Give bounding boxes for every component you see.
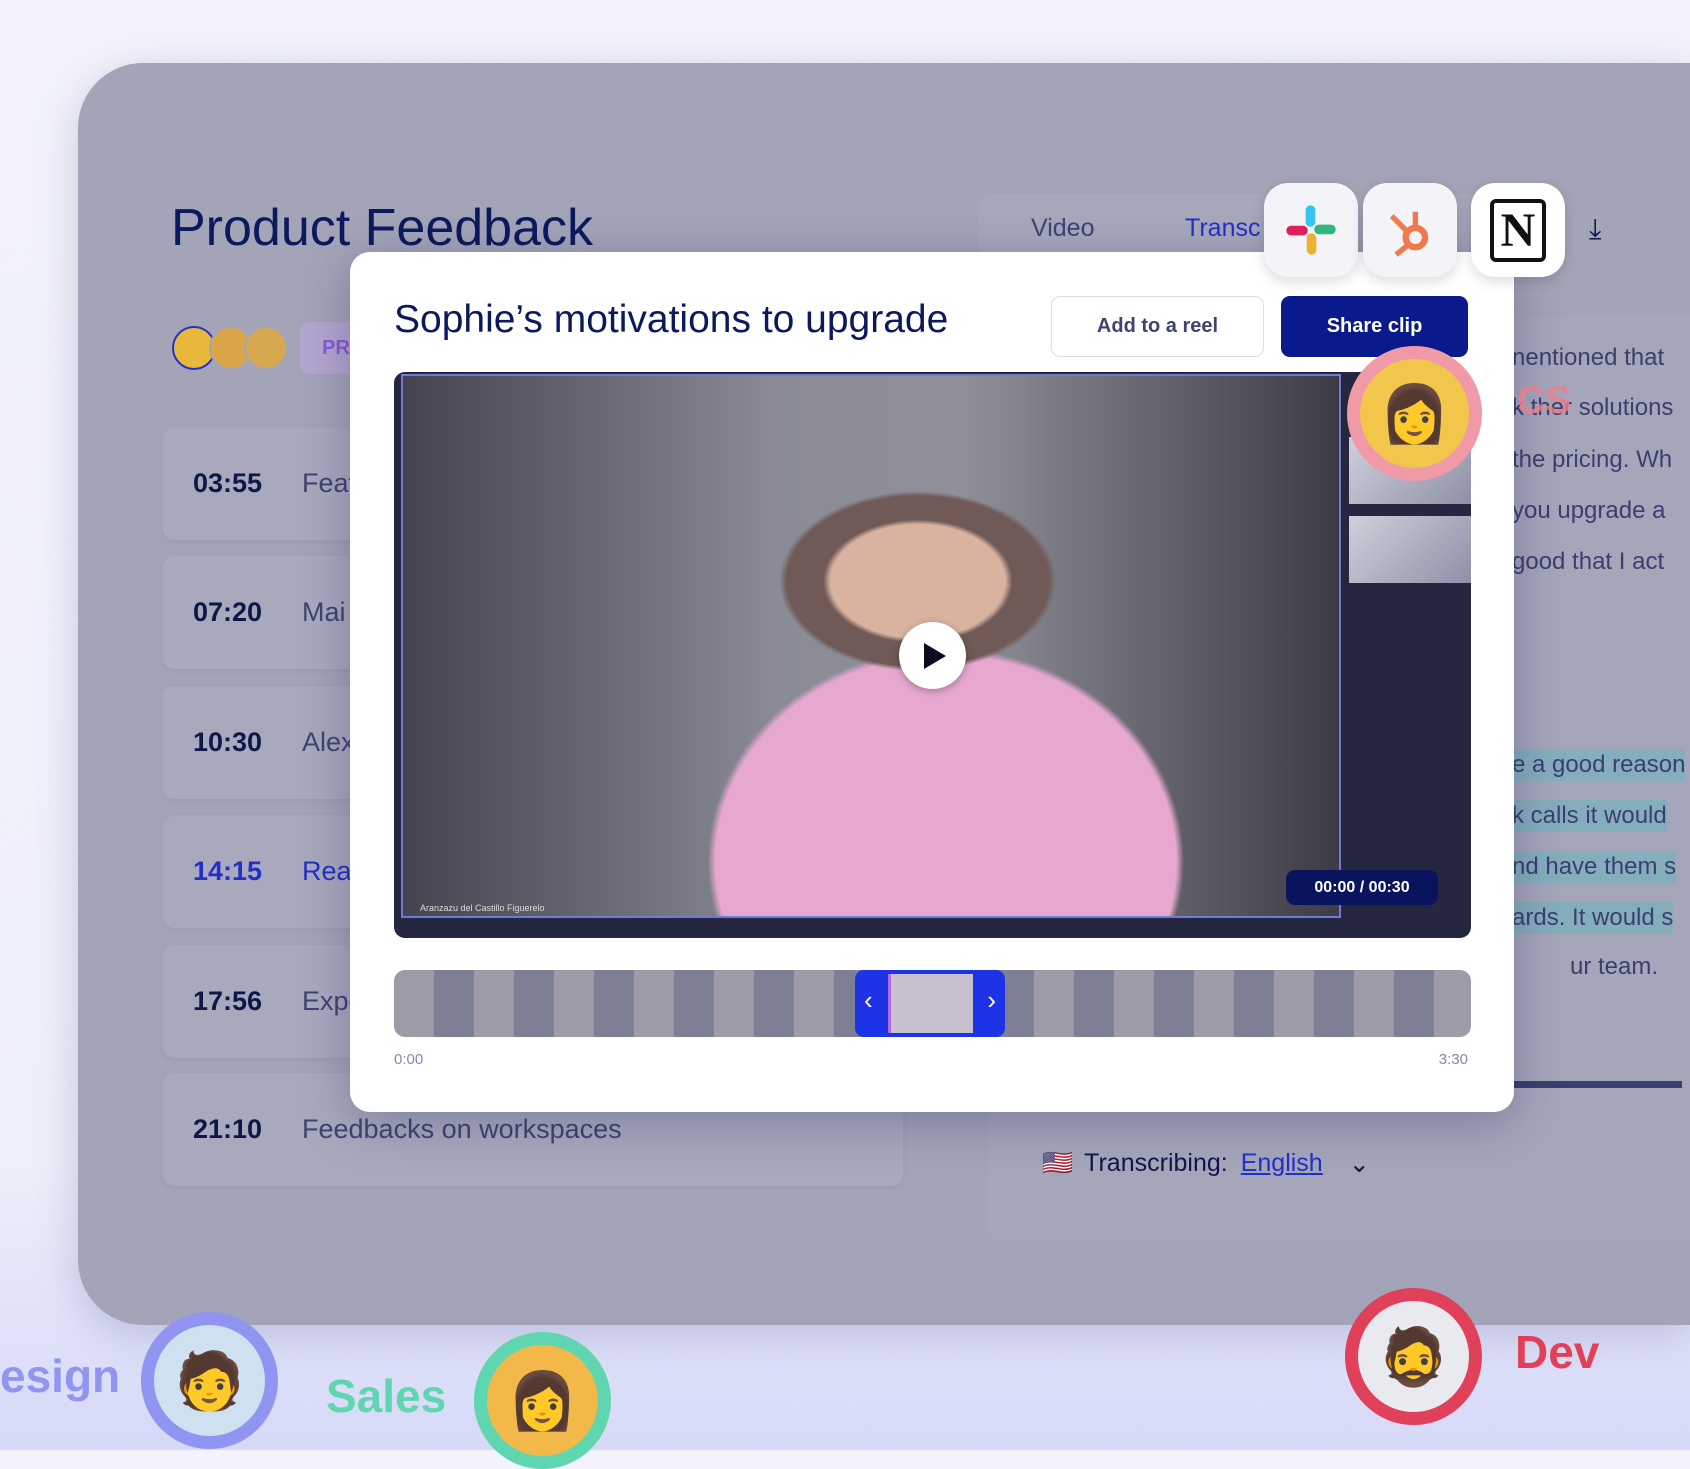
speaker-caption: Aranzazu del Castillo Figuerelo	[420, 903, 545, 913]
play-button[interactable]	[899, 622, 966, 689]
transcript-highlight[interactable]: e a good reason	[1512, 749, 1686, 781]
transcript-line: you upgrade a	[1512, 497, 1666, 524]
clip-selection[interactable]: ‹ ›	[855, 970, 1005, 1037]
transcript-highlight[interactable]: nd have them s	[1512, 851, 1677, 883]
transcript-line: nentioned that	[1512, 344, 1665, 371]
trim-left-handle[interactable]: ‹	[864, 985, 873, 1016]
notion-glyph: N	[1489, 198, 1547, 262]
chapter-time: 21:10	[193, 1114, 263, 1144]
notion-icon[interactable]: N	[1471, 183, 1565, 277]
add-to-reel-button[interactable]: Add to a reel	[1051, 296, 1264, 357]
design-avatar-bubble: 🧑	[141, 1312, 278, 1449]
chapter-label: Alex	[302, 727, 355, 757]
flag-icon: 🇺🇸	[1042, 1149, 1074, 1177]
video-frame: Aranzazu del Castillo Figuerelo	[401, 374, 1341, 918]
chapter-time: 10:30	[193, 727, 263, 757]
transcript-line: ur team.	[1570, 953, 1659, 980]
play-icon	[924, 642, 946, 669]
chapter-time: 14:15	[193, 856, 263, 886]
participant-thumbnail[interactable]	[1349, 516, 1471, 583]
team-label-sales: Sales	[326, 1370, 447, 1422]
timeline-start: 0:00	[394, 1051, 424, 1068]
clip-title: Sophie’s motivations to upgrade	[394, 298, 949, 341]
sales-avatar-bubble: 👩	[474, 1332, 611, 1469]
page-title: Product Feedback	[171, 199, 594, 257]
transcript-line: the pricing. Wh	[1512, 446, 1673, 473]
transcribing-label: Transcribing:	[1084, 1149, 1228, 1177]
timeline-end: 3:30	[1438, 1051, 1468, 1068]
cs-avatar-bubble: 👩	[1347, 346, 1482, 481]
clip-modal: Sophie’s motivations to upgrade Add to a…	[350, 252, 1514, 1112]
audio-progress[interactable]	[1512, 1081, 1682, 1088]
chevron-down-icon[interactable]: ⌄	[1349, 1149, 1370, 1179]
timecode: 00:00 / 00:30	[1286, 870, 1438, 905]
language-select[interactable]: English	[1241, 1149, 1323, 1179]
chapter-time: 17:56	[193, 986, 263, 1016]
timeline-filmstrip[interactable]: ‹ ›	[394, 970, 1471, 1037]
slack-icon[interactable]	[1264, 183, 1358, 277]
transcript-highlight[interactable]: k calls it would	[1512, 800, 1667, 832]
chapter-label: Feedbacks on workspaces	[302, 1114, 622, 1144]
trim-right-handle[interactable]: ›	[987, 985, 996, 1016]
selection-preview	[888, 974, 973, 1033]
avatar[interactable]	[244, 326, 288, 370]
team-label-dev: Dev	[1515, 1326, 1600, 1378]
transcript-highlight[interactable]: ards. It would s	[1512, 902, 1674, 934]
chapter-label: Mai	[302, 597, 346, 627]
video-player[interactable]: Aranzazu del Castillo Figuerelo 00:00 / …	[394, 372, 1471, 938]
dev-avatar-bubble: 🧔	[1345, 1288, 1482, 1425]
team-label-cs: CS	[1517, 379, 1572, 422]
transcribing-language: 🇺🇸 Transcribing: English ⌄	[1042, 1149, 1370, 1179]
hubspot-icon[interactable]	[1363, 183, 1457, 277]
team-label-design: esign	[0, 1350, 121, 1402]
chapter-label: Feat	[302, 468, 357, 498]
chapter-time: 07:20	[193, 597, 263, 627]
transcript-line: good that I act	[1512, 548, 1665, 575]
tab-transcript[interactable]: Transc	[1185, 214, 1260, 243]
tab-video[interactable]: Video	[1031, 214, 1095, 243]
chapter-time: 03:55	[193, 468, 263, 498]
download-icon[interactable]: ⤓	[1589, 213, 1601, 246]
share-clip-button[interactable]: Share clip	[1281, 296, 1468, 357]
